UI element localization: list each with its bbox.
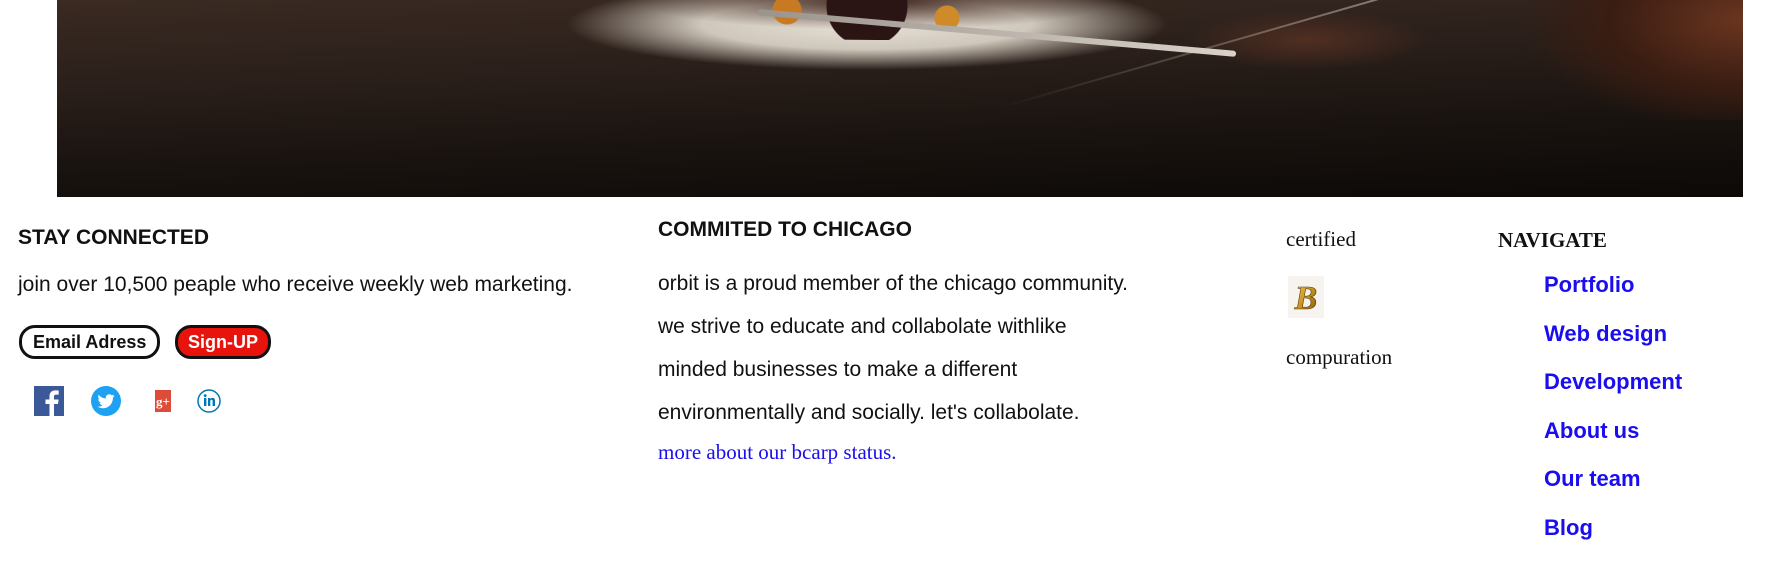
nav-item-development: Development [1544,369,1682,418]
committed-line: we strive to educate and collabolate wit… [658,315,1067,338]
svg-text:g+: g+ [156,394,170,409]
facebook-icon[interactable] [34,385,64,417]
committed-text: orbit is a proud member of the chicago c… [658,262,1218,434]
svg-text:B: B [1294,280,1318,317]
bcorp-status-link[interactable]: more about our bcarp status. [658,440,897,465]
nav-item-about-us: About us [1544,418,1682,467]
signup-button[interactable]: Sign-UP [175,325,271,359]
nav-link-portfolio[interactable]: Portfolio [1544,272,1634,297]
committed-line: environmentally and socially. let's coll… [658,401,1080,424]
compuration-label: compuration [1286,345,1393,369]
certified-label: certified [1286,227,1356,251]
committed-title: COMMITED TO CHICAGO [658,218,912,241]
navigate-title: NAVIGATE [1498,228,1607,252]
stay-connected-text: join over 10,500 peaple who receive week… [18,273,573,296]
nav-link-our-team[interactable]: Our team [1544,466,1641,491]
hero-image [57,0,1743,197]
nav-link-about-us[interactable]: About us [1544,418,1639,443]
nav-link-blog[interactable]: Blog [1544,515,1593,540]
nav-item-portfolio: Portfolio [1544,272,1682,321]
stay-connected-title: STAY CONNECTED [18,226,209,249]
navigate-list: Portfolio Web design Development About u… [1544,272,1682,564]
nav-item-our-team: Our team [1544,466,1682,515]
nav-item-blog: Blog [1544,515,1682,564]
nav-link-development[interactable]: Development [1544,369,1682,394]
hand-shadow [1483,0,1743,120]
committed-line: minded businesses to make a different [658,358,1018,381]
committed-line: orbit is a proud member of the chicago c… [658,272,1128,295]
nav-item-web-design: Web design [1544,321,1682,370]
nav-link-web-design[interactable]: Web design [1544,321,1667,346]
linkedin-icon[interactable] [197,385,221,417]
email-address-field[interactable]: Email Adress [19,325,161,359]
b-corp-logo-icon: B [1288,276,1324,318]
google-plus-icon[interactable]: g+ [154,385,172,417]
twitter-icon[interactable] [90,385,122,417]
